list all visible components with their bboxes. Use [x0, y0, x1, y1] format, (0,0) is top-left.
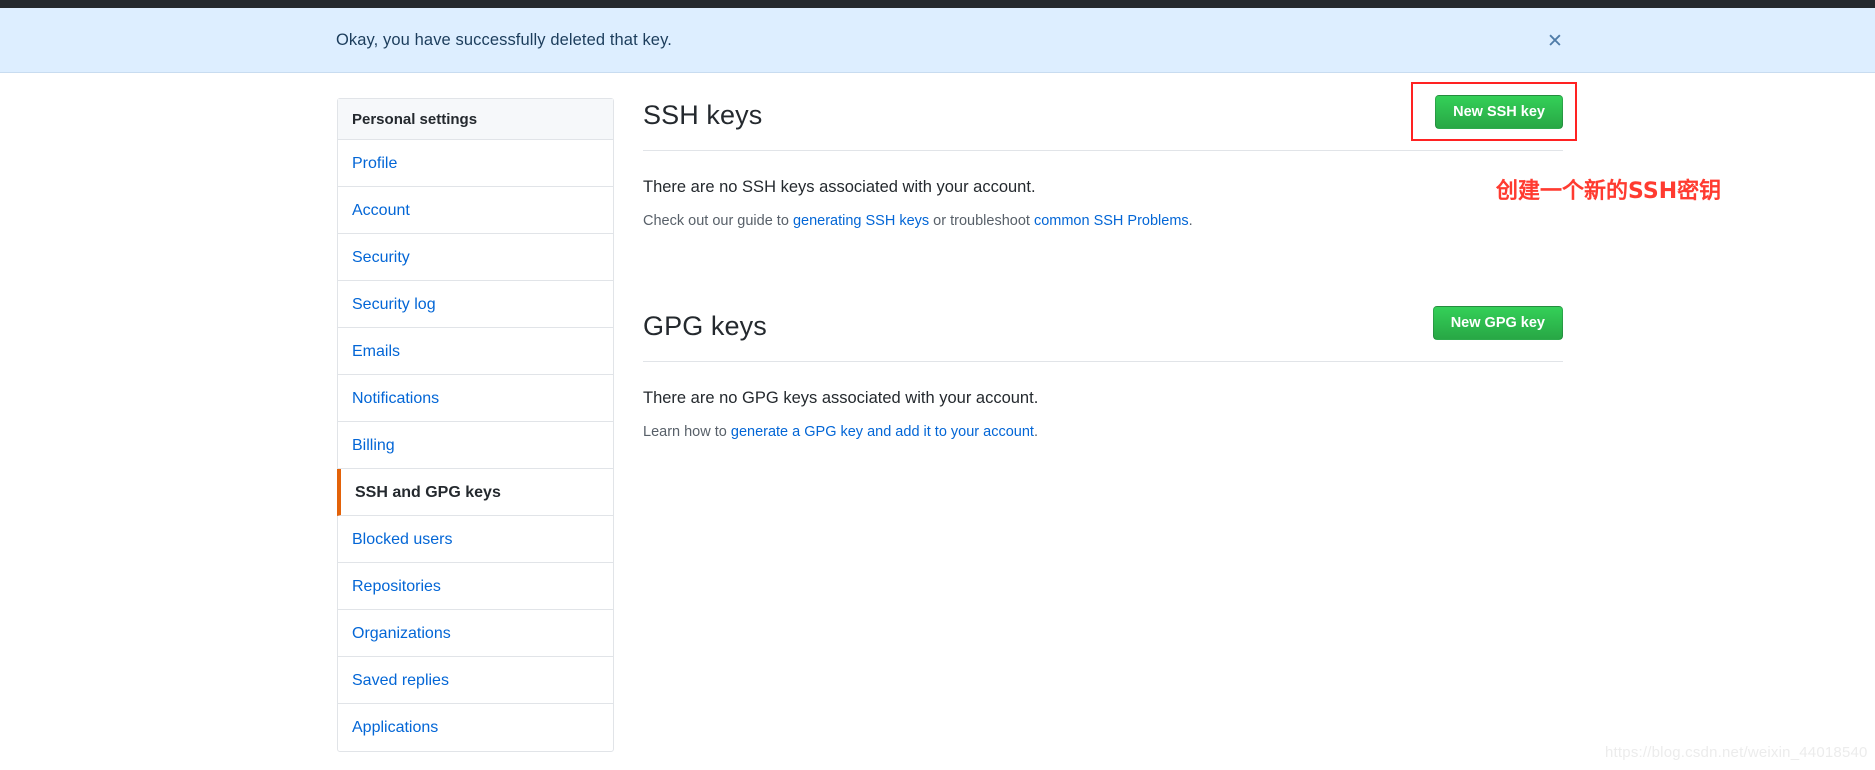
- sidebar-item-billing[interactable]: Billing: [338, 422, 613, 469]
- sidebar-item-security[interactable]: Security: [338, 234, 613, 281]
- generate-gpg-key-link[interactable]: generate a GPG key and add it to your ac…: [731, 424, 1034, 440]
- gpg-empty-message: There are no GPG keys associated with yo…: [643, 389, 1039, 407]
- new-ssh-key-button[interactable]: New SSH key: [1435, 95, 1563, 129]
- sidebar-item-profile[interactable]: Profile: [338, 140, 613, 187]
- new-gpg-key-button[interactable]: New GPG key: [1432, 306, 1563, 340]
- page-header-strip: [0, 0, 1875, 8]
- sidebar-item-applications[interactable]: Applications: [338, 704, 613, 751]
- sidebar-item-repositories[interactable]: Repositories: [338, 563, 613, 610]
- ssh-help-line: Check out our guide to generating SSH ke…: [643, 212, 1563, 231]
- sidebar-header: Personal settings: [338, 99, 613, 140]
- gpg-section-divider: [643, 361, 1563, 362]
- annotation-note: 创建一个新的SSH密钥: [1496, 179, 1722, 204]
- ssh-keys-section: SSH keys New SSH key There are no SSH ke…: [643, 95, 1563, 231]
- settings-sidebar: Personal settings Profile Account Securi…: [337, 98, 614, 752]
- ssh-help-prefix: Check out our guide to: [643, 213, 793, 229]
- common-ssh-problems-link[interactable]: common SSH Problems: [1034, 213, 1189, 229]
- sidebar-item-saved-replies[interactable]: Saved replies: [338, 657, 613, 704]
- gpg-help-line: Learn how to generate a GPG key and add …: [643, 423, 1563, 442]
- ssh-help-suffix: .: [1188, 213, 1193, 229]
- main-content: SSH keys New SSH key There are no SSH ke…: [643, 95, 1563, 442]
- sidebar-item-account[interactable]: Account: [338, 187, 613, 234]
- gpg-section-title: GPG keys: [643, 311, 767, 341]
- gpg-help-prefix: Learn how to: [643, 424, 731, 440]
- gpg-section-header: GPG keys New GPG key: [643, 306, 1563, 353]
- sidebar-item-organizations[interactable]: Organizations: [338, 610, 613, 657]
- ssh-section-divider: [643, 150, 1563, 151]
- ssh-section-title: SSH keys: [643, 100, 763, 130]
- sidebar-item-blocked-users[interactable]: Blocked users: [338, 516, 613, 563]
- ssh-empty-message: There are no SSH keys associated with yo…: [643, 178, 1036, 196]
- close-icon[interactable]: ✕: [1544, 31, 1566, 53]
- ssh-help-middle: or troubleshoot: [929, 213, 1034, 229]
- flash-message: Okay, you have successfully deleted that…: [336, 31, 672, 49]
- generating-ssh-keys-link[interactable]: generating SSH keys: [793, 213, 929, 229]
- gpg-help-suffix: .: [1033, 424, 1038, 440]
- watermark: https://blog.csdn.net/weixin_44018540: [1605, 744, 1868, 761]
- sidebar-item-security-log[interactable]: Security log: [338, 281, 613, 328]
- sidebar-item-notifications[interactable]: Notifications: [338, 375, 613, 422]
- sidebar-item-ssh-and-gpg-keys[interactable]: SSH and GPG keys: [337, 469, 613, 516]
- flash-banner: Okay, you have successfully deleted that…: [0, 8, 1875, 73]
- sidebar-item-emails[interactable]: Emails: [338, 328, 613, 375]
- gpg-keys-section: GPG keys New GPG key There are no GPG ke…: [643, 306, 1563, 442]
- ssh-section-header: SSH keys New SSH key: [643, 95, 1563, 142]
